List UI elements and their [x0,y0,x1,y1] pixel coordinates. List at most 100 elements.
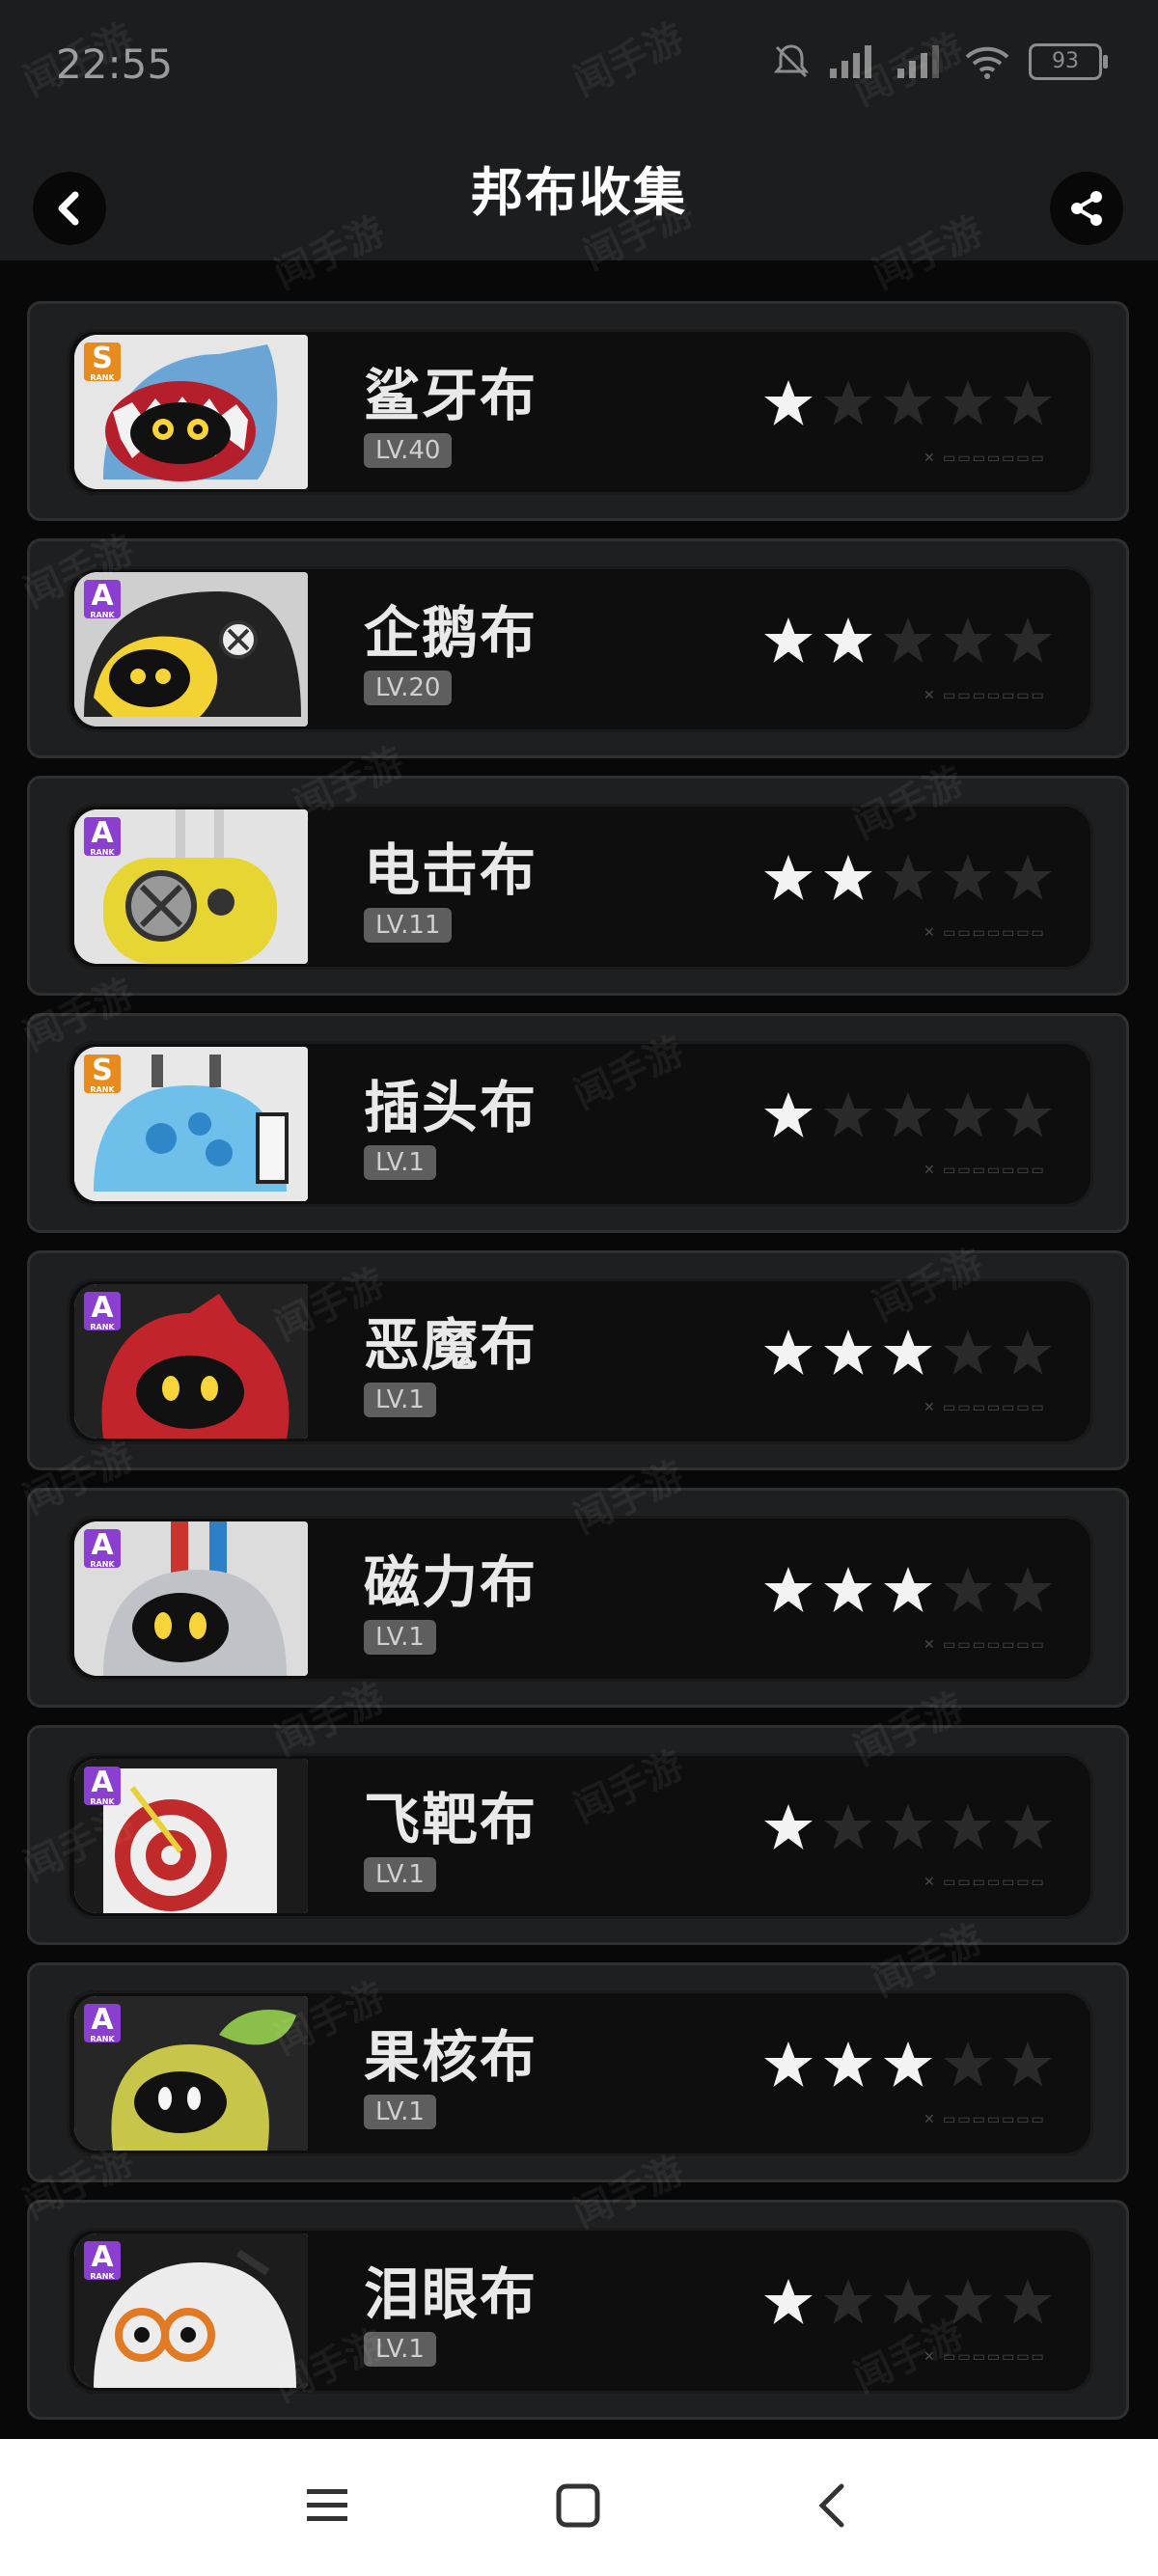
rank-badge: S RANK [84,343,121,382]
rank-badge: A RANK [84,2004,121,2043]
star-rating [761,1089,1055,1143]
star-rating [761,1327,1055,1381]
star-empty-icon [1004,2042,1052,2087]
star-empty-icon [944,380,992,425]
system-nav-bar [0,2439,1158,2576]
bangboo-portrait: A RANK [74,1996,308,2151]
star-empty-icon [944,2042,992,2087]
bangboo-card: A RANK 果核布 LV.1 ✕ ▭▭▭▭▭▭▭ [67,1990,1093,2156]
level-badge: LV.40 [364,433,453,468]
rank-badge: A RANK [84,1292,121,1331]
bangboo-card: S RANK 鲨牙布 LV.40 ✕ ▭▭▭▭▭▭▭ [67,329,1093,495]
menu-icon[interactable] [303,2481,351,2530]
star-empty-icon [944,1092,992,1137]
star-filled-icon [764,2279,813,2324]
bangboo-card: A RANK 电击布 LV.11 ✕ ▭▭▭▭▭▭▭ [67,804,1093,970]
star-filled-icon [764,1092,813,1137]
bangboo-name: 飞靶布 [364,1787,538,1852]
bangboo-portrait: A RANK [74,1759,308,1913]
star-filled-icon [824,1567,872,1612]
rank-badge: S RANK [84,1055,121,1094]
decorative-text: ✕ ▭▭▭▭▭▭▭ [924,1163,1046,1178]
bangboo-row[interactable]: S RANK 鲨牙布 LV.40 ✕ ▭▭▭▭▭▭▭ [27,301,1129,521]
star-empty-icon [1004,380,1052,425]
bangboo-portrait: S RANK [74,1047,308,1201]
star-filled-icon [764,1804,813,1850]
bangboo-row[interactable]: A RANK 企鹅布 LV.20 ✕ ▭▭▭▭▭▭▭ [27,538,1129,758]
star-empty-icon [824,2279,872,2324]
bangboo-portrait: A RANK [74,572,308,726]
level-badge: LV.1 [364,1383,436,1417]
star-filled-icon [764,1329,813,1375]
bangboo-card: A RANK 企鹅布 LV.20 ✕ ▭▭▭▭▭▭▭ [67,566,1093,732]
home-square-icon[interactable] [554,2481,604,2532]
bangboo-name: 企鹅布 [364,600,538,666]
bangboo-card: A RANK 泪眼布 LV.1 ✕ ▭▭▭▭▭▭▭ [67,2228,1093,2394]
star-filled-icon [764,855,813,900]
level-badge: LV.1 [364,2332,436,2367]
star-empty-icon [884,855,932,900]
wifi-icon [965,46,1009,79]
rank-badge: A RANK [84,2241,121,2281]
signal-icon-2 [897,45,939,78]
star-empty-icon [884,380,932,425]
bangboo-name: 插头布 [364,1075,538,1140]
star-filled-icon [884,1329,932,1375]
star-empty-icon [884,617,932,663]
level-badge: LV.20 [364,671,453,705]
bangboo-name: 电击布 [364,837,538,903]
star-filled-icon [824,855,872,900]
star-rating [761,2276,1055,2330]
bangboo-card: S RANK 插头布 LV.1 ✕ ▭▭▭▭▭▭▭ [67,1041,1093,1207]
star-empty-icon [824,1092,872,1137]
bangboo-row[interactable]: S RANK 插头布 LV.1 ✕ ▭▭▭▭▭▭▭ [27,1013,1129,1233]
rank-badge: A RANK [84,580,121,619]
bangboo-row[interactable]: A RANK 泪眼布 LV.1 ✕ ▭▭▭▭▭▭▭ [27,2200,1129,2420]
star-filled-icon [884,2042,932,2087]
star-filled-icon [824,1329,872,1375]
bangboo-portrait: A RANK [74,2233,308,2388]
star-filled-icon [764,617,813,663]
bangboo-name: 泪眼布 [364,2261,538,2327]
back-triangle-icon[interactable] [809,2481,857,2530]
bangboo-portrait: S RANK [74,335,308,489]
bangboo-row[interactable]: A RANK 电击布 LV.11 ✕ ▭▭▭▭▭▭▭ [27,776,1129,996]
level-badge: LV.1 [364,2095,436,2129]
star-filled-icon [884,1567,932,1612]
star-empty-icon [824,380,872,425]
star-rating [761,377,1055,431]
bangboo-row[interactable]: A RANK 恶魔布 LV.1 ✕ ▭▭▭▭▭▭▭ [27,1250,1129,1470]
star-rating [761,1564,1055,1618]
rank-badge: A RANK [84,1767,121,1806]
star-empty-icon [1004,617,1052,663]
star-filled-icon [764,1567,813,1612]
star-empty-icon [1004,2279,1052,2324]
decorative-text: ✕ ▭▭▭▭▭▭▭ [924,688,1046,703]
star-filled-icon [764,380,813,425]
share-icon [1071,191,1102,226]
bangboo-row[interactable]: A RANK 磁力布 LV.1 ✕ ▭▭▭▭▭▭▭ [27,1488,1129,1708]
star-empty-icon [944,1329,992,1375]
bangboo-card: A RANK 磁力布 LV.1 ✕ ▭▭▭▭▭▭▭ [67,1516,1093,1682]
bangboo-name: 磁力布 [364,1549,538,1615]
star-empty-icon [944,1567,992,1612]
bangboo-list: S RANK 鲨牙布 LV.40 ✕ ▭▭▭▭▭▭▭ A RANK 企鹅布 LV.2… [27,301,1129,2437]
mute-bell-icon [773,44,810,78]
rank-badge: A RANK [84,817,121,857]
decorative-text: ✕ ▭▭▭▭▭▭▭ [924,451,1046,466]
star-filled-icon [824,617,872,663]
status-time: 22:55 [56,41,174,88]
star-empty-icon [884,1092,932,1137]
rank-badge: A RANK [84,1529,121,1569]
star-rating [761,1801,1055,1855]
star-empty-icon [1004,1567,1052,1612]
star-empty-icon [824,1804,872,1850]
share-button[interactable] [1050,172,1123,245]
level-badge: LV.1 [364,1620,436,1655]
star-rating [761,615,1055,669]
star-empty-icon [944,617,992,663]
bangboo-row[interactable]: A RANK 飞靶布 LV.1 ✕ ▭▭▭▭▭▭▭ [27,1725,1129,1945]
bangboo-name: 果核布 [364,2024,538,2090]
bangboo-row[interactable]: A RANK 果核布 LV.1 ✕ ▭▭▭▭▭▭▭ [27,1962,1129,2182]
star-empty-icon [1004,1092,1052,1137]
